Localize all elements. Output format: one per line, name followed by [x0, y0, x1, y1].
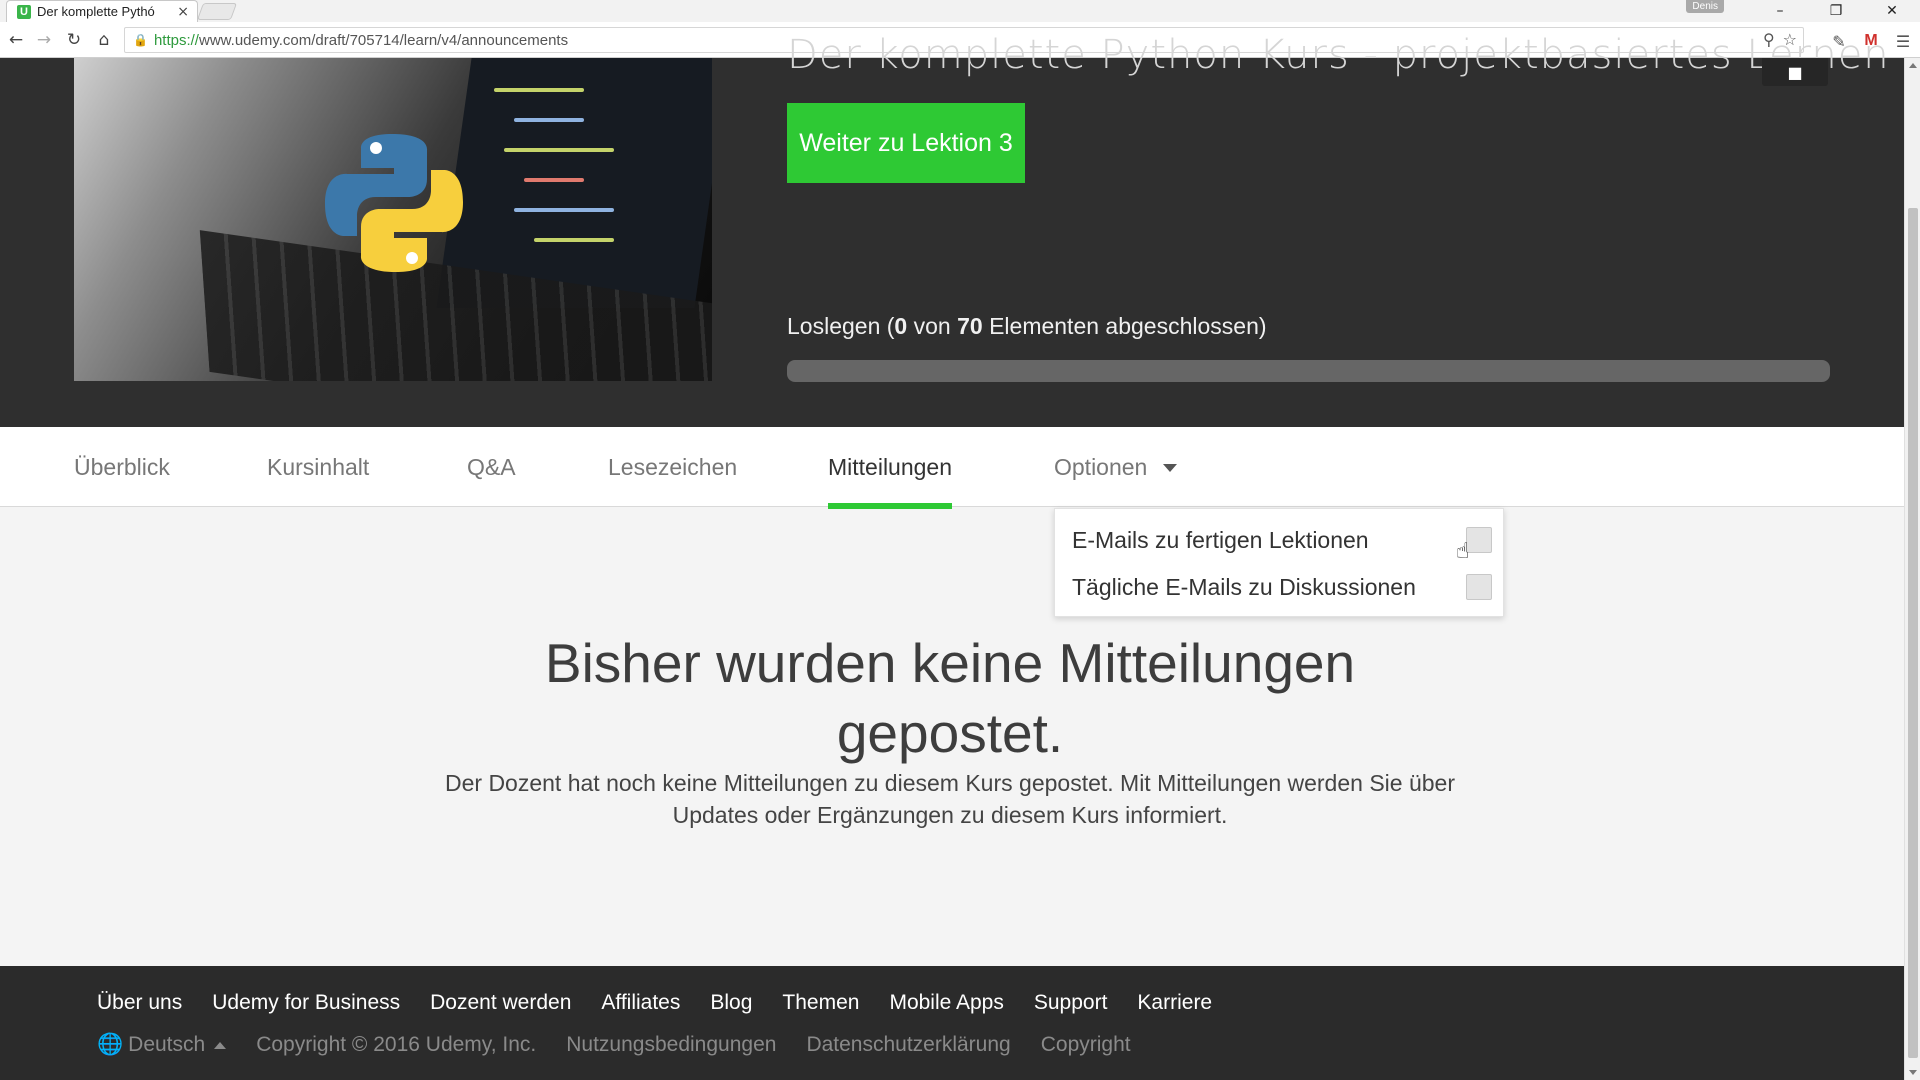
tab-qa[interactable]: Q&A [467, 427, 516, 507]
tab-label: Q&A [467, 453, 516, 480]
tab-label: Mitteilungen [828, 453, 953, 480]
course-tabbar: Überblick Kursinhalt Q&A Lesezeichen Mit… [0, 427, 1904, 509]
code-line-decoration [514, 208, 614, 212]
user-icon: ■ [1787, 62, 1803, 82]
footer-link-topics[interactable]: Themen [782, 991, 859, 1015]
footer-link-business[interactable]: Udemy for Business [212, 991, 400, 1015]
course-title: Der komplette Python Kurs - projektbasie… [787, 32, 1890, 78]
close-tab-icon[interactable]: × [177, 4, 189, 20]
url-text: www.udemy.com/draft/705714/learn/v4/anno… [198, 31, 569, 49]
code-line-decoration [514, 118, 584, 122]
tab-label: Überblick [74, 453, 170, 480]
python-logo-icon [325, 134, 463, 272]
active-tab-indicator [828, 503, 953, 509]
privacy-link[interactable]: Datenschutzerklärung [806, 1033, 1010, 1057]
progress-done-count: 0 [894, 313, 908, 339]
discussion-emails-checkbox[interactable] [1466, 574, 1492, 600]
empty-state-description: Der Dozent hat noch keine Mitteilungen z… [445, 770, 1455, 828]
tab-label: Kursinhalt [267, 453, 370, 480]
option-label: E-Mails zu fertigen Lektionen [1072, 526, 1369, 553]
lesson-emails-checkbox[interactable] [1466, 527, 1492, 553]
chevron-down-icon [1163, 464, 1178, 472]
tab-bookmarks[interactable]: Lesezeichen [608, 427, 737, 507]
option-discussion-emails[interactable]: Tägliche E-Mails zu Diskussionen [1072, 565, 1492, 609]
profile-badge[interactable]: Denis [1686, 0, 1724, 13]
footer-link-teach[interactable]: Dozent werden [430, 991, 571, 1015]
close-window-icon[interactable]: ✕ [1864, 0, 1920, 22]
tab-announcements[interactable]: Mitteilungen [828, 427, 953, 509]
tab-overview[interactable]: Überblick [74, 427, 170, 507]
browser-tab-title: Der komplette Pythó [37, 4, 155, 19]
page-scrollbar[interactable] [1904, 58, 1920, 1080]
new-tab-button[interactable] [196, 3, 238, 20]
scroll-up-icon[interactable] [1909, 63, 1917, 68]
user-menu-button[interactable]: ■ [1762, 58, 1828, 86]
progress-bar [787, 360, 1830, 382]
forward-icon[interactable]: → [32, 28, 56, 52]
browser-titlebar: U Der komplette Pythó × Denis – ❐ ✕ [0, 0, 1920, 22]
option-lesson-emails[interactable]: E-Mails zu fertigen Lektionen [1072, 518, 1492, 562]
back-icon[interactable]: ← [4, 28, 28, 52]
option-label: Tägliche E-Mails zu Diskussionen [1072, 573, 1416, 600]
reload-icon[interactable]: ↻ [62, 28, 86, 52]
footer: Über uns Udemy for Business Dozent werde… [0, 966, 1904, 1080]
language-label: Deutsch [128, 1033, 206, 1056]
scroll-down-icon[interactable] [1909, 1070, 1917, 1075]
footer-link-blog[interactable]: Blog [710, 991, 752, 1015]
footer-link-careers[interactable]: Karriere [1137, 991, 1212, 1015]
minimize-icon[interactable]: – [1752, 0, 1808, 22]
tab-label: Optionen [1054, 453, 1148, 480]
globe-icon: 🌐 [97, 1033, 124, 1056]
progress-prefix: Loslegen ( [787, 313, 895, 339]
terms-link[interactable]: Nutzungsbedingungen [566, 1033, 776, 1057]
tab-label: Lesezeichen [608, 453, 738, 480]
copyright-notice: Copyright © 2016 Udemy, Inc. [256, 1033, 537, 1056]
language-picker[interactable]: 🌐 Deutsch [97, 1033, 227, 1057]
continue-lesson-button[interactable]: Weiter zu Lektion 3 [787, 103, 1025, 183]
footer-link-about[interactable]: Über uns [97, 991, 182, 1015]
code-line-decoration [504, 148, 614, 152]
home-icon[interactable]: ⌂ [92, 28, 116, 52]
code-line-decoration [534, 238, 614, 242]
progress-total-count: 70 [957, 313, 983, 339]
course-hero: Der komplette Python Kurs - projektbasie… [0, 32, 1904, 427]
udemy-favicon-icon: U [17, 4, 31, 19]
course-image [74, 58, 712, 381]
browser-tab[interactable]: U Der komplette Pythó × [6, 0, 198, 22]
restore-icon[interactable]: ❐ [1808, 0, 1864, 22]
scrollbar-thumb[interactable] [1908, 208, 1918, 1058]
footer-bottom: 🌐 Deutsch Copyright © 2016 Udemy, Inc. N… [97, 1033, 1131, 1057]
progress-suffix: Elementen abgeschlossen) [982, 313, 1267, 339]
footer-link-support[interactable]: Support [1034, 991, 1108, 1015]
footer-link-affiliates[interactable]: Affiliates [601, 991, 680, 1015]
hand-cursor-icon: ☝ [1456, 539, 1470, 564]
url-scheme: https:// [153, 31, 199, 49]
empty-state-title: Bisher wurden keine Mitteilungen geposte… [544, 632, 1356, 764]
copyright-link[interactable]: Copyright [1041, 1033, 1131, 1057]
tab-course-content[interactable]: Kursinhalt [267, 427, 369, 507]
footer-link-mobile-apps[interactable]: Mobile Apps [889, 991, 1003, 1015]
tab-options[interactable]: Optionen [1054, 427, 1178, 507]
menu-icon[interactable]: ☰ [1892, 30, 1914, 52]
lock-icon: 🔒 [133, 33, 148, 47]
code-line-decoration [494, 88, 584, 92]
progress-text: Loslegen (0 von 70 Elementen abgeschloss… [787, 313, 1267, 340]
progress-mid: von [907, 313, 958, 339]
footer-links: Über uns Udemy for Business Dozent werde… [97, 991, 1212, 1015]
code-line-decoration [524, 178, 584, 182]
chevron-up-icon [214, 1041, 227, 1049]
options-dropdown: E-Mails zu fertigen Lektionen Tägliche E… [1054, 508, 1504, 617]
